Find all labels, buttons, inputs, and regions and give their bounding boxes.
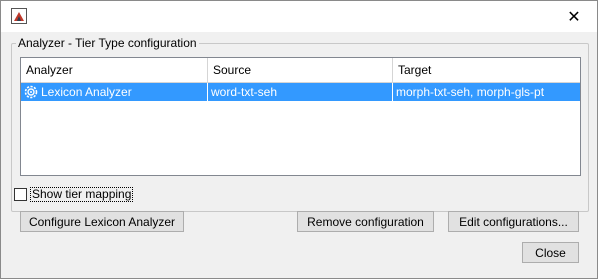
column-header-target[interactable]: Target <box>393 58 580 82</box>
checkbox-box[interactable] <box>14 187 27 201</box>
dialog-window: ✕ Analyzer - Tier Type configuration Ana… <box>0 0 598 279</box>
cell-target: morph-txt-seh, morph-gls-pt <box>396 85 545 99</box>
close-button[interactable]: Close <box>522 242 579 263</box>
dialog-content: Analyzer - Tier Type configuration Analy… <box>1 32 597 278</box>
show-tier-mapping-label[interactable]: Show tier mapping <box>30 186 134 202</box>
analyzer-name: Lexicon Analyzer <box>41 85 132 99</box>
app-icon <box>11 8 27 24</box>
window-close-button[interactable]: ✕ <box>551 1 597 32</box>
column-header-source[interactable]: Source <box>208 58 393 82</box>
cell-analyzer: Lexicon Analyzer <box>21 83 208 101</box>
column-header-analyzer[interactable]: Analyzer <box>21 58 208 82</box>
table-header: Analyzer Source Target <box>21 58 580 83</box>
configure-lexicon-analyzer-button[interactable]: Configure Lexicon Analyzer <box>20 211 184 232</box>
edit-configurations-button[interactable]: Edit configurations... <box>448 211 579 232</box>
title-bar[interactable]: ✕ <box>1 1 597 32</box>
cell-source: word-txt-seh <box>208 83 393 101</box>
table-row[interactable]: Lexicon Analyzer word-txt-seh morph-txt-… <box>21 83 580 101</box>
show-tier-mapping-checkbox[interactable]: Show tier mapping <box>14 186 134 202</box>
remove-configuration-button[interactable]: Remove configuration <box>297 211 434 232</box>
analyzer-table[interactable]: Analyzer Source Target Lexicon Analyzer <box>20 57 581 176</box>
close-icon: ✕ <box>567 8 581 26</box>
group-title: Analyzer - Tier Type configuration <box>16 36 199 50</box>
gear-icon <box>24 85 38 99</box>
